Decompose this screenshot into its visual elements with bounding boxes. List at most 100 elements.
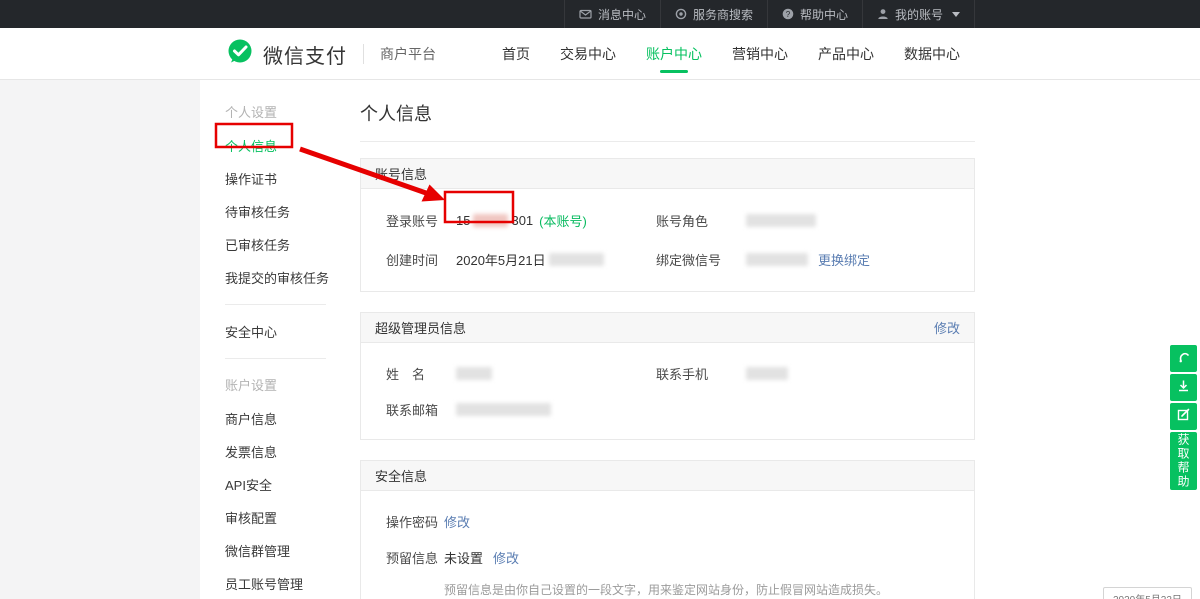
main-nav: 首页 交易中心 账户中心 营销中心 产品中心 数据中心 [487, 28, 975, 80]
account-role-redacted [746, 214, 816, 227]
login-account-prefix: 15 [456, 213, 470, 228]
page-title: 个人信息 [360, 80, 975, 141]
brand-name: 微信支付 [263, 40, 347, 69]
left-gutter [0, 80, 200, 599]
sidebar-item-my-submitted-tasks[interactable]: 我提交的审核任务 [225, 261, 346, 294]
change-binding-link[interactable]: 更换绑定 [818, 250, 870, 269]
admin-email-label: 联系邮箱 [386, 400, 456, 419]
sidebar-item-invoice-info[interactable]: 发票信息 [225, 435, 346, 468]
sidebar-item-review-config[interactable]: 审核配置 [225, 501, 346, 534]
admin-phone-redacted [746, 367, 788, 380]
sidebar-item-reviewed-tasks[interactable]: 已审核任务 [225, 228, 346, 261]
sidebar-item-personal-info[interactable]: 个人信息 [225, 129, 346, 162]
help-center-button[interactable]: ? 帮助中心 [767, 0, 862, 28]
login-account-redacted [473, 214, 508, 227]
nav-product-center[interactable]: 产品中心 [803, 28, 889, 80]
created-time-cell: 创建时间 2020年5月21日 [361, 250, 656, 269]
service-provider-search-button[interactable]: 服务商搜索 [660, 0, 767, 28]
current-account-note: (本账号) [539, 211, 587, 230]
download-button[interactable] [1170, 374, 1197, 401]
account-row-2: 创建时间 2020年5月21日 绑定微信号 更换绑定 [361, 240, 974, 279]
super-admin-section: 超级管理员信息 修改 姓 名 联系手机 [360, 312, 975, 440]
page-body: 个人设置 个人信息 操作证书 待审核任务 已审核任务 我提交的审核任务 安全中心… [0, 80, 1200, 599]
nav-account-center-label: 账户中心 [646, 46, 702, 62]
service-provider-search-label: 服务商搜索 [693, 6, 753, 23]
login-account-cell: 登录账号 15 301 (本账号) [361, 211, 656, 230]
security-info-header: 安全信息 [361, 461, 974, 491]
operation-password-edit-link[interactable]: 修改 [444, 512, 470, 531]
help-icon: ? [782, 8, 794, 20]
svg-text:?: ? [786, 10, 791, 19]
brand-logo-link[interactable]: 微信支付 商户平台 [225, 37, 436, 72]
created-time-label: 创建时间 [386, 250, 456, 269]
reserved-info-description: 预留信息是由你自己设置的一段文字，用来鉴定网站身份，防止假冒网站造成损失。 配置… [444, 581, 974, 599]
nav-account-center[interactable]: 账户中心 [631, 28, 717, 80]
security-info-section: 安全信息 操作密码 修改 预留信息 未设置 修改 预留信息是由你自己设置的一段文… [360, 460, 975, 599]
nav-data-center[interactable]: 数据中心 [889, 28, 975, 80]
admin-row-2: 联系邮箱 [361, 391, 974, 427]
user-icon [877, 8, 889, 20]
super-admin-edit-link[interactable]: 修改 [934, 318, 960, 337]
site-header-inner: 微信支付 商户平台 首页 交易中心 账户中心 营销中心 产品中心 数据中心 [225, 28, 975, 80]
sidebar-item-wechat-group-mgmt[interactable]: 微信群管理 [225, 534, 346, 567]
brand-divider [363, 44, 364, 64]
sidebar-section-account-settings: 账户设置 [225, 369, 346, 402]
sidebar-item-operation-certificate[interactable]: 操作证书 [225, 162, 346, 195]
feedback-button[interactable] [1170, 403, 1197, 430]
date-tooltip: 2020年5月22日 [1103, 587, 1192, 599]
main-content: 个人信息 账号信息 登录账号 15 301 (本账号) [360, 80, 975, 599]
account-info-body: 登录账号 15 301 (本账号) 账号角色 创建时 [361, 189, 974, 291]
download-icon [1176, 378, 1191, 398]
account-role-cell: 账号角色 [656, 211, 974, 230]
site-header: 微信支付 商户平台 首页 交易中心 账户中心 营销中心 产品中心 数据中心 [0, 28, 1200, 80]
get-help-button[interactable]: 获取帮助 [1170, 432, 1197, 490]
title-divider [360, 141, 975, 142]
my-account-menu[interactable]: 我的账号 [862, 0, 975, 28]
security-info-body: 操作密码 修改 预留信息 未设置 修改 预留信息是由你自己设置的一段文字，用来鉴… [361, 491, 974, 599]
sidebar-section-personal-settings: 个人设置 [225, 96, 346, 129]
login-account-label: 登录账号 [386, 211, 456, 230]
bound-wechat-cell: 绑定微信号 更换绑定 [656, 250, 974, 269]
edit-icon [1176, 407, 1191, 427]
mail-icon [579, 8, 592, 20]
screen: 消息中心 服务商搜索 ? 帮助中心 我的账号 [0, 0, 1200, 599]
sidebar-divider [225, 304, 326, 305]
bound-wechat-redacted [746, 253, 808, 266]
bound-wechat-label: 绑定微信号 [656, 250, 746, 269]
nav-marketing-center[interactable]: 营销中心 [717, 28, 803, 80]
sidebar-divider [225, 358, 326, 359]
service-search-icon [675, 8, 687, 20]
admin-name-label: 姓 名 [386, 364, 456, 383]
super-admin-header: 超级管理员信息 修改 [361, 313, 974, 343]
message-center-button[interactable]: 消息中心 [564, 0, 660, 28]
sidebar-item-security-center[interactable]: 安全中心 [225, 315, 346, 348]
operation-password-label: 操作密码 [386, 512, 444, 531]
security-info-title: 安全信息 [375, 466, 427, 485]
sidebar-item-merchant-info[interactable]: 商户信息 [225, 402, 346, 435]
reserved-info-label: 预留信息 [386, 548, 444, 567]
created-time-value: 2020年5月21日 [456, 250, 546, 269]
account-role-label: 账号角色 [656, 211, 746, 230]
reserved-info-edit-link[interactable]: 修改 [493, 548, 519, 567]
caret-down-icon [952, 12, 960, 17]
super-admin-title: 超级管理员信息 [375, 318, 466, 337]
admin-name-cell: 姓 名 [361, 364, 656, 383]
contact-button[interactable] [1170, 345, 1197, 372]
sidebar-item-api-security[interactable]: API安全 [225, 468, 346, 501]
sidebar-item-staff-account-mgmt[interactable]: 员工账号管理 [225, 567, 346, 599]
account-info-header: 账号信息 [361, 159, 974, 189]
account-info-section: 账号信息 登录账号 15 301 (本账号) 账号角色 [360, 158, 975, 292]
nav-home[interactable]: 首页 [487, 28, 545, 80]
sidebar: 个人设置 个人信息 操作证书 待审核任务 已审核任务 我提交的审核任务 安全中心… [200, 80, 346, 599]
wechat-pay-logo-icon [225, 37, 255, 72]
operation-password-row: 操作密码 修改 [361, 503, 974, 539]
reserved-info-value: 未设置 [444, 548, 483, 567]
admin-row-1: 姓 名 联系手机 [361, 355, 974, 391]
contact-icon [1176, 349, 1191, 369]
admin-email-redacted [456, 403, 551, 416]
admin-phone-cell: 联系手机 [656, 364, 974, 383]
admin-email-cell: 联系邮箱 [361, 400, 656, 419]
sidebar-item-pending-review-tasks[interactable]: 待审核任务 [225, 195, 346, 228]
nav-transaction-center[interactable]: 交易中心 [545, 28, 631, 80]
active-tab-underline [660, 70, 688, 73]
